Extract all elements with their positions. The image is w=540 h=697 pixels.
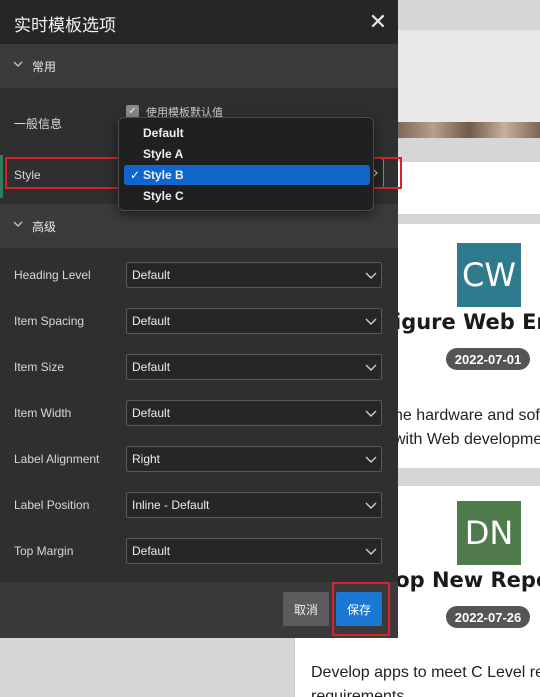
top-margin-select[interactable]: Default [126,538,382,564]
label-position-select[interactable]: Inline - Default [126,492,382,518]
checkmark-icon: ✓ [130,168,141,182]
dialog-title: 实时模板选项 [14,16,116,35]
select-value: Default [132,406,171,420]
select-value: Inline - Default [132,498,210,512]
chevron-down-icon [365,456,377,463]
content-strip [398,162,540,214]
item-spacing-select[interactable]: Default [126,308,382,334]
select-value: Default [132,360,171,374]
card-date-badge: 2022-07-26 [446,606,530,628]
chevron-down-icon [365,364,377,371]
section-header-common[interactable]: 常用 [0,44,398,88]
item-size-label: Item Size [14,360,65,374]
heading-level-label: Heading Level [14,268,91,282]
dropdown-option-style-c[interactable]: Style C [124,186,370,206]
general-info-label: 一般信息 [14,117,63,131]
select-value: Right [132,452,161,466]
top-margin-label: Top Margin [14,544,74,558]
close-icon[interactable]: ✕ [366,9,390,34]
card-avatar: DN [457,501,521,565]
content-card[interactable]: CW igure Web Envi 2022-07-01 he hardware… [398,224,540,468]
chevron-down-icon [12,218,24,230]
label-position-label: Label Position [14,498,90,512]
card-description-line: Develop apps to meet C Level re [311,664,540,681]
active-row-indicator [0,155,3,198]
chevron-down-icon [365,548,377,555]
item-width-label: Item Width [14,406,72,420]
dropdown-option-style-a[interactable]: Style A [124,144,370,164]
card-avatar: CW [457,243,521,307]
card-description-line: with Web developme [398,431,540,448]
select-value: Default [132,268,171,282]
select-value: Default [132,544,171,558]
item-spacing-label: Item Spacing [14,314,85,328]
section-title: 高级 [32,220,57,234]
select-value: Default [132,314,171,328]
live-template-options-dialog: 实时模板选项 ✕ 常用 一般信息 ✓ 使用模板默认值 Style 高级 Head… [0,0,398,638]
section-title: 常用 [32,60,57,74]
label-alignment-label: Label Alignment [14,452,100,466]
item-width-select[interactable]: Default [126,400,382,426]
card-description: Develop apps to meet C Level re requirem… [311,661,540,697]
label-alignment-select[interactable]: Right [126,446,382,472]
style-dropdown-list: Default Style A ✓ Style B Style C [118,117,374,211]
dropdown-option-style-b[interactable]: ✓ Style B [124,165,370,185]
cancel-button[interactable]: 取消 [283,592,329,626]
dropdown-option-default[interactable]: Default [124,123,370,143]
card-date-badge: 2022-07-01 [446,348,530,370]
chevron-down-icon [365,318,377,325]
dialog-header: 实时模板选项 ✕ [0,0,398,44]
chevron-down-icon [365,272,377,279]
card-description-line: requirements [311,688,405,697]
item-size-select[interactable]: Default [126,354,382,380]
banner-image [398,122,540,138]
chevron-down-icon [365,502,377,509]
save-button-highlight [332,582,390,636]
card-description: he hardware and sof with Web developme [398,404,540,452]
card-description-line: he hardware and sof [398,407,540,424]
card-title[interactable]: igure Web Envi [398,310,540,334]
heading-level-select[interactable]: Default [126,262,382,288]
chevron-down-icon [12,58,24,70]
card-title[interactable]: lop New Report [398,568,540,592]
dropdown-option-label: Style B [143,168,184,182]
chevron-down-icon [365,410,377,417]
